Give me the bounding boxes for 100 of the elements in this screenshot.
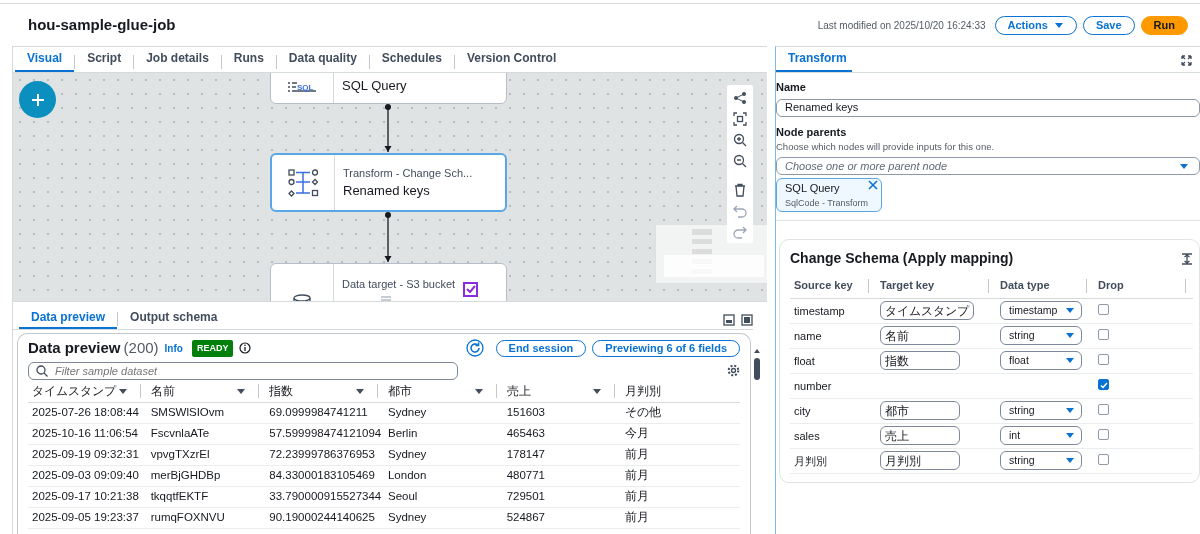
sort-icon[interactable] (236, 386, 247, 396)
table-cell: SMSWlSIOvm (150, 406, 225, 419)
data-type-select[interactable]: string (1000, 326, 1082, 346)
row-count: (200) (123, 338, 159, 358)
column-header: 売上 (506, 383, 532, 399)
trash-icon[interactable] (733, 183, 747, 197)
tab[interactable]: Transform (776, 47, 852, 72)
refresh-icon (465, 339, 484, 358)
name-field[interactable]: Renamed keys (776, 98, 1200, 117)
table-cell: 465463 (506, 427, 545, 440)
token-title: SQL Query (785, 181, 841, 197)
panel-bottom-icon[interactable] (723, 314, 735, 326)
table-cell: 151603 (506, 406, 545, 419)
data-type-select[interactable]: timestamp (1000, 301, 1082, 321)
sort-icon[interactable] (592, 386, 603, 396)
graph-node[interactable]: SQL SQL Query (270, 73, 507, 104)
drop-checkbox[interactable] (1098, 303, 1109, 315)
table-cell: 33.790000915527344 (269, 490, 382, 503)
resize-handle[interactable] (381, 296, 391, 301)
run-button[interactable]: Run (1140, 15, 1188, 35)
drop-checkbox[interactable] (1098, 378, 1109, 390)
drop-checkbox[interactable] (1098, 353, 1109, 365)
node-title: Renamed keys (343, 182, 431, 200)
table-cell: 2025-09-05 19:23:37 (32, 511, 139, 524)
table-cell: 前月 (625, 511, 650, 524)
column-header: タイムスタンプ (32, 383, 118, 399)
table-cell: 前月 (625, 469, 650, 482)
table-cell: Sydney (387, 511, 427, 524)
resize-icon[interactable] (1181, 252, 1193, 265)
end-session-button[interactable]: End session (495, 339, 587, 357)
table-cell: Sydney (387, 448, 427, 461)
zoom-out-icon[interactable] (733, 154, 747, 168)
column-header: Data type (1000, 278, 1050, 294)
tab[interactable]: Version Control (454, 46, 569, 72)
table-cell: rumqFOXNVU (150, 511, 225, 524)
drop-checkbox[interactable] (1098, 328, 1109, 340)
tab[interactable]: Output schema (118, 307, 230, 329)
field-hint: Choose which nodes will provide inputs for this one. (776, 140, 996, 154)
layout-icon[interactable] (733, 91, 747, 105)
sort-icon[interactable] (117, 386, 128, 396)
node-title: SQL Query (342, 76, 407, 95)
actions-dropdown-button[interactable]: Actions (994, 15, 1077, 35)
status-badge: READY (191, 339, 234, 357)
info-icon[interactable] (239, 342, 252, 355)
target-key-field[interactable]: 売上 (880, 426, 960, 446)
drop-checkbox[interactable] (1098, 403, 1109, 415)
table-cell: 2025-09-03 09:09:40 (32, 469, 139, 482)
target-key-field[interactable]: タイムスタンプ (880, 301, 974, 321)
drop-checkbox[interactable] (1098, 428, 1109, 440)
tab[interactable]: Runs (221, 46, 276, 72)
field-label: Node parents (776, 124, 848, 140)
panel-maximize-icon[interactable] (741, 314, 753, 326)
source-key: number (794, 379, 832, 392)
target-key-field[interactable]: 都市 (880, 401, 960, 421)
fit-view-icon[interactable] (733, 112, 747, 126)
save-button[interactable]: Save (1082, 15, 1135, 35)
refresh-button[interactable] (465, 339, 484, 358)
column-header: 月判別 (625, 383, 663, 399)
section-title: Change Schema (Apply mapping) (790, 249, 1014, 269)
filter-field[interactable]: Filter sample dataset (28, 361, 458, 380)
tab[interactable]: Data preview (19, 307, 118, 329)
settings-icon[interactable] (727, 364, 740, 377)
tab[interactable]: Script (75, 46, 134, 72)
tab[interactable]: Data quality (276, 46, 369, 72)
source-key: 月判別 (794, 454, 827, 467)
table-cell: Seoul (387, 490, 418, 503)
source-key: city (794, 404, 811, 417)
fullscreen-icon[interactable] (1181, 55, 1192, 66)
plus-icon (30, 92, 45, 107)
parent-node-select[interactable]: Choose one or more parent node (776, 157, 1200, 176)
target-key-field[interactable]: 月判別 (880, 451, 960, 471)
drop-checkbox[interactable] (1098, 453, 1109, 465)
data-type-select[interactable]: float (1000, 351, 1082, 371)
transform-icon (286, 167, 320, 198)
target-key-field[interactable]: 指数 (880, 351, 960, 371)
zoom-in-icon[interactable] (733, 133, 747, 147)
sort-icon[interactable] (354, 386, 365, 396)
fields-button[interactable]: Previewing 6 of 6 fields (592, 339, 740, 357)
caret-icon (1053, 20, 1064, 30)
tab[interactable]: Schedules (369, 46, 454, 72)
data-type-select[interactable]: string (1000, 451, 1082, 471)
target-key-field[interactable]: 名前 (880, 326, 960, 346)
table-cell: vpvgTXzrEl (150, 448, 210, 461)
info-link[interactable]: Info (164, 340, 183, 356)
checked-box-icon (463, 282, 479, 297)
field-label: Name (776, 80, 807, 95)
graph-node[interactable]: Transform - Change Sch... Renamed keys (270, 153, 507, 212)
table-cell: 2025-09-17 10:21:38 (32, 490, 139, 503)
data-type-select[interactable]: int (1000, 426, 1082, 446)
column-header: Drop (1098, 278, 1124, 294)
table-cell: 178147 (506, 448, 545, 461)
graph-node[interactable]: Data target - S3 bucket (270, 263, 507, 301)
table-cell: 69.0999984741211 (269, 406, 368, 419)
add-node-button[interactable] (19, 81, 56, 118)
sort-icon[interactable] (473, 386, 484, 396)
data-type-select[interactable]: string (1000, 401, 1082, 421)
close-icon[interactable] (868, 180, 879, 191)
node-type-label: Data target - S3 bucket (342, 277, 456, 292)
tab[interactable]: Job details (134, 46, 221, 72)
parent-token[interactable]: SQL Query SqlCode - Transform (776, 178, 882, 213)
